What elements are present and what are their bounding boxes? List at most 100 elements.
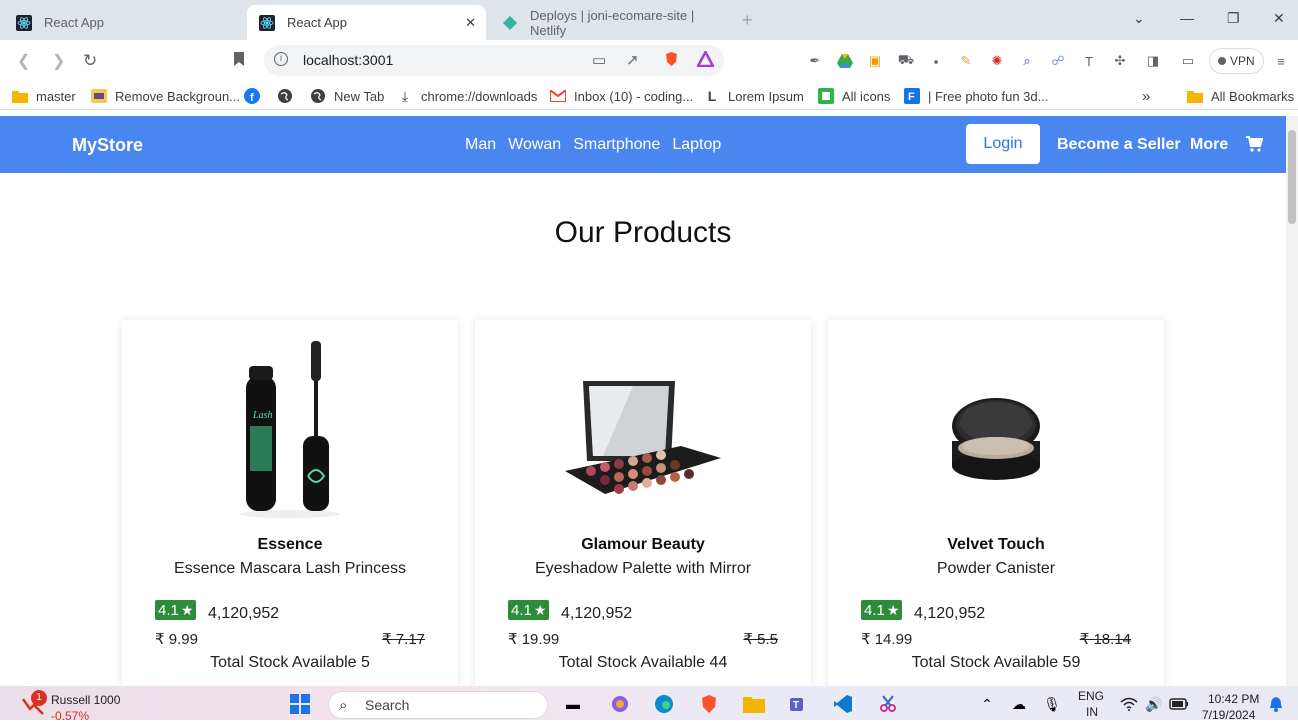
color-picker-extension-icon[interactable]: ✺ [988, 52, 1006, 70]
nav-link-man[interactable]: Man [465, 136, 496, 154]
wallet-icon[interactable]: ▭ [1179, 52, 1197, 70]
close-tab-icon[interactable]: ✕ [465, 15, 476, 31]
nav-link-laptop[interactable]: Laptop [672, 136, 721, 154]
bookmark-label: Inbox (10) - coding... [574, 88, 694, 104]
tab-netlify[interactable]: Deploys | joni-ecomare-site | Netlify [490, 5, 740, 40]
search-extension-icon[interactable]: ⌕ [1018, 52, 1036, 70]
bookmark-master[interactable]: master [12, 88, 76, 104]
reload-icon[interactable]: ↻ [83, 51, 97, 71]
share-icon[interactable]: ↗ [626, 51, 639, 69]
product-card[interactable]: Velvet Touch Powder Canister 4.1 ★ 4,120… [828, 320, 1164, 686]
google-drive-extension-icon[interactable] [836, 52, 854, 70]
volume-icon[interactable]: 🔊 [1143, 694, 1165, 714]
brave-shield-icon[interactable] [664, 51, 679, 71]
vscode-icon[interactable] [832, 694, 854, 714]
login-button[interactable]: Login [966, 124, 1040, 164]
brave-icon[interactable] [698, 694, 720, 714]
become-seller-link[interactable]: Become a Seller [1057, 136, 1181, 154]
site-info-icon[interactable]: i [274, 52, 288, 66]
stock-name[interactable]: Russell 1000 [51, 693, 120, 707]
highlighter-extension-icon[interactable]: ✎ [957, 52, 975, 70]
file-explorer-icon[interactable] [743, 694, 765, 714]
bookmark-icon[interactable] [233, 51, 245, 72]
onedrive-icon[interactable]: ☁ [1008, 694, 1030, 714]
copilot-icon[interactable] [609, 694, 631, 714]
mascara-image[interactable]: Lash [190, 336, 390, 521]
bookmarks-overflow-icon[interactable]: » [1142, 88, 1150, 105]
sidebar-toggle-icon[interactable]: ◨ [1144, 52, 1162, 70]
product-brand: Velvet Touch [947, 536, 1045, 553]
menu-icon[interactable]: ≡ [1272, 52, 1290, 70]
tab-react-app-1[interactable]: React App [4, 5, 244, 40]
people-extension-icon[interactable]: ☍ [1049, 52, 1067, 70]
snipping-tool-icon[interactable] [877, 694, 899, 714]
remove-bg-icon [91, 88, 107, 104]
task-view-icon[interactable]: ▬ [562, 694, 584, 714]
bookmark-downloads[interactable]: ⤓ chrome://downloads [397, 88, 537, 104]
bookmark-gmail[interactable]: Inbox (10) - coding... [550, 88, 693, 104]
browser-tab-strip: React App React App ✕ Deploys | joni-eco… [0, 0, 1298, 40]
taskbar-search[interactable]: ⌕ Search [328, 691, 548, 719]
page-scrollbar[interactable] [1286, 116, 1298, 686]
vpn-button[interactable]: VPN [1209, 48, 1264, 74]
scrollbar-thumb[interactable] [1288, 130, 1296, 224]
store-brand[interactable]: MyStore [72, 135, 143, 156]
address-bar[interactable]: i localhost:3001 ▭ ↗ [264, 45, 724, 76]
close-window-icon[interactable]: ✕ [1273, 10, 1285, 27]
product-card[interactable]: Glamour Beauty Eyeshadow Palette with Mi… [475, 320, 811, 686]
bookmark-all-icons[interactable]: All icons [818, 88, 890, 104]
clock-time[interactable]: 10:42 PM [1208, 692, 1259, 706]
windows-start-icon[interactable] [289, 694, 311, 714]
teams-icon[interactable]: T [788, 694, 810, 714]
capture-extension-icon[interactable]: ▣ [866, 52, 884, 70]
car-extension-icon[interactable]: ⛟ [897, 52, 915, 70]
bookmark-remove-background[interactable]: Remove Backgroun... [91, 88, 240, 104]
edge-icon[interactable] [653, 694, 675, 714]
microphone-icon[interactable]: 🎙 [1041, 694, 1063, 714]
nav-link-wowan[interactable]: Wowan [508, 136, 561, 154]
powder-canister-image[interactable] [896, 336, 1096, 521]
url-text[interactable]: localhost:3001 [303, 52, 393, 68]
product-card[interactable]: Lash Essence Essence Mascara Lash Prince… [122, 320, 458, 686]
tab-search-chevron-icon[interactable]: ⌄ [1133, 10, 1145, 27]
eyeshadow-palette-image[interactable] [543, 336, 743, 521]
brave-rewards-icon[interactable] [695, 49, 716, 71]
eyedropper-extension-icon[interactable]: ✒ [806, 52, 824, 70]
cast-icon[interactable]: ▭ [592, 51, 606, 69]
page-viewport: MyStore Man Wowan Smartphone Laptop Logi… [0, 116, 1286, 686]
picture-in-picture-icon[interactable]: ▪ [927, 52, 945, 70]
back-icon[interactable]: ❮ [17, 51, 30, 71]
restore-icon[interactable]: ❐ [1227, 10, 1240, 27]
nav-link-smartphone[interactable]: Smartphone [573, 136, 660, 154]
stock-info: Total Stock Available 44 [558, 654, 728, 671]
new-tab-icon[interactable]: + [742, 10, 753, 31]
show-hidden-icons-chevron[interactable]: ⌃ [976, 694, 998, 714]
product-title[interactable]: Essence Mascara Lash Princess [122, 560, 458, 578]
facebook-icon: f [244, 88, 260, 104]
product-title[interactable]: Powder Canister [828, 560, 1164, 578]
product-price: ₹ 19.99 [508, 631, 560, 648]
text-extension-icon[interactable]: T [1080, 52, 1098, 70]
bookmark-free-photo[interactable]: F | Free photo fun 3d... [904, 88, 1048, 104]
product-title[interactable]: Eyeshadow Palette with Mirror [475, 560, 811, 578]
wifi-icon[interactable] [1118, 694, 1140, 714]
browser-toolbar: ❮ ❯ ↻ i localhost:3001 ▭ ↗ ✒ ▣ ⛟ ▪ ✎ ✺ ⌕… [0, 40, 1298, 82]
more-menu[interactable]: More [1190, 136, 1228, 154]
notification-bell-icon[interactable] [1265, 694, 1287, 714]
bookmark-globe[interactable] [277, 88, 301, 104]
extensions-puzzle-icon[interactable]: ✣ [1111, 52, 1129, 70]
bookmark-label: All Bookmarks [1211, 88, 1295, 104]
bookmark-facebook[interactable]: f [244, 88, 268, 104]
bookmark-new-tab[interactable]: New Tab [310, 88, 384, 104]
notification-badge: 1 [31, 690, 47, 706]
cart-icon[interactable] [1245, 135, 1264, 153]
bookmark-all-bookmarks[interactable]: All Bookmarks [1187, 88, 1294, 104]
battery-icon[interactable] [1168, 694, 1190, 714]
minimize-icon[interactable]: — [1180, 10, 1194, 26]
bookmark-lorem-ipsum[interactable]: L Lorem Ipsum [704, 88, 804, 104]
tab-react-app-active[interactable]: React App ✕ [247, 5, 486, 40]
bookmark-label: New Tab [334, 88, 385, 104]
language-indicator-line1[interactable]: ENG [1078, 689, 1104, 703]
forward-icon[interactable]: ❯ [52, 51, 65, 71]
star-icon: ★ [533, 601, 547, 618]
